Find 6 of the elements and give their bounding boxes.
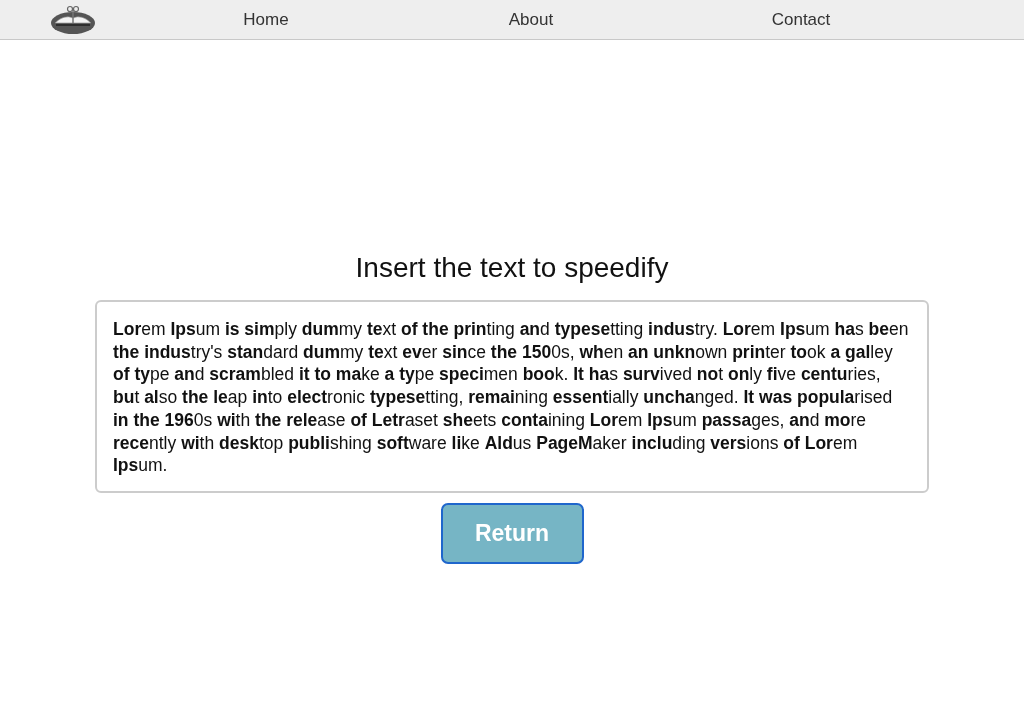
nav-link[interactable]: Home bbox=[243, 9, 289, 30]
nav-link[interactable]: About bbox=[508, 9, 554, 30]
book-logo-icon[interactable] bbox=[50, 4, 96, 35]
reading-text: Lorem Ipsum is simply dummy text of the printing and typesetting industry. Lorem Ipsum has been the industry's standard dummy text ever since the 1500s, when an unknown printer took a galley of type and scrambled it to make a type specimen book. It has survived not only five centuries, but also the leap into electronic typesetting, remaining essentially unchanged. It was popularised in the 1960s with the release of Letraset sheets containing Lorem Ipsum passages, and more recently with desktop publishing software like Aldus PageMaker including versions of Lorem Ipsum. bbox=[95, 300, 929, 493]
nav-link[interactable]: Contact bbox=[771, 9, 831, 30]
page-heading: Insert the text to speedify bbox=[355, 252, 669, 284]
